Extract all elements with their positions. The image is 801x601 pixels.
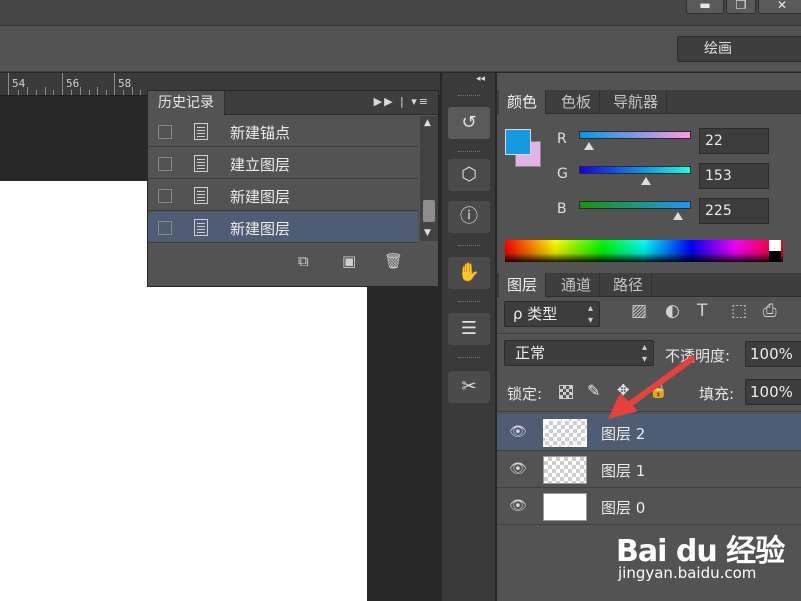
tab-navigator[interactable]: 导航器 xyxy=(605,90,668,114)
history-state-label: 新建图层 xyxy=(230,188,291,206)
slider-handle[interactable] xyxy=(583,142,594,150)
tab-color[interactable]: 颜色 xyxy=(499,90,547,114)
layer-thumbnail xyxy=(543,419,587,447)
black-white-swatch[interactable] xyxy=(769,240,781,262)
lock-label: 锁定: xyxy=(507,385,543,403)
tab-swatches[interactable]: 色板 xyxy=(553,90,601,114)
minimize-button[interactable]: ▬ xyxy=(686,0,724,14)
close-button[interactable]: ✕ xyxy=(758,0,801,14)
history-state-icon xyxy=(194,155,208,172)
blue-channel-label: B xyxy=(557,201,567,217)
tab-channels[interactable]: 通道 xyxy=(553,273,601,297)
history-state-icon xyxy=(194,187,208,204)
color-spectrum-bar[interactable] xyxy=(505,240,783,262)
visibility-eye-icon[interactable]: 👁 xyxy=(509,461,527,477)
tab-layers[interactable]: 图层 xyxy=(499,273,547,297)
history-panel: 历史记录 ▶▶ | ▾≡ 新建锚点 建立图层 新建图层 新建图层 ▲ ▼ ⧉ ▣… xyxy=(147,90,439,287)
filter-type-label: ρ 类型 xyxy=(513,305,558,323)
green-slider[interactable] xyxy=(579,166,691,174)
fill-label: 填充: xyxy=(699,385,735,403)
history-footer: ⧉ ▣ 🗑 xyxy=(148,248,438,276)
green-channel-label: G xyxy=(557,166,568,182)
smart-object-filter-icon[interactable]: ⎙ xyxy=(763,301,777,321)
layer-filter-select[interactable]: ρ 类型 ▴ ▾ xyxy=(504,301,600,327)
scrollbar-thumb[interactable] xyxy=(423,200,435,222)
tab-paths[interactable]: 路径 xyxy=(605,273,653,297)
history-state-label: 建立图层 xyxy=(230,156,291,174)
history-state[interactable]: 建立图层 xyxy=(148,148,418,179)
panel-menu-icon[interactable]: ▶▶ | ▾≡ xyxy=(374,95,430,108)
image-filter-icon[interactable]: ▨ xyxy=(631,301,647,321)
panel-icon-strip: ◂◂ ↺ ⬡ ⓘ ✋ ☰ ✂ xyxy=(441,73,496,601)
snapshot-checkbox[interactable] xyxy=(158,157,172,171)
red-value-input[interactable]: 22 xyxy=(699,128,769,154)
layer-name[interactable]: 图层 1 xyxy=(601,460,645,481)
info-icon[interactable]: ⓘ xyxy=(448,201,490,233)
layer-thumbnail xyxy=(543,456,587,484)
layer-row[interactable]: 👁 图层 1 xyxy=(497,451,801,488)
slider-handle[interactable] xyxy=(641,177,652,185)
history-state-icon xyxy=(194,123,208,140)
3d-cube-icon[interactable]: ⬡ xyxy=(448,159,490,191)
type-filter-icon[interactable]: T xyxy=(697,301,707,321)
camera-snapshot-icon[interactable]: ▣ xyxy=(342,252,356,270)
baidu-jingyan-watermark: Bai du 经验 jingyan.baidu.com xyxy=(612,512,801,592)
shape-filter-icon[interactable]: ⬚ xyxy=(731,301,747,321)
red-channel-label: R xyxy=(557,131,567,147)
new-document-from-state-icon[interactable]: ⧉ xyxy=(298,252,309,270)
history-scrollbar[interactable]: ▲ ▼ xyxy=(420,116,438,241)
red-slider[interactable] xyxy=(579,131,691,139)
green-value-input[interactable]: 153 xyxy=(699,163,769,189)
brush-presets-icon[interactable]: ✋ xyxy=(448,257,490,289)
workspace-select[interactable]: 绘画 xyxy=(677,36,801,62)
ruler-label: 58 xyxy=(118,77,132,90)
blue-slider[interactable] xyxy=(579,201,691,209)
history-state-icon xyxy=(194,219,208,236)
blend-mode-label: 正常 xyxy=(515,344,546,362)
foreground-color-swatch[interactable] xyxy=(505,129,531,155)
history-panel-icon[interactable]: ↺ xyxy=(448,107,490,139)
visibility-eye-icon[interactable]: 👁 xyxy=(509,498,527,514)
adjustment-filter-icon[interactable]: ◐ xyxy=(665,301,680,321)
options-bar: 绘画 xyxy=(0,26,801,72)
layers-panel-tabbar: 图层 通道 路径 xyxy=(497,273,801,297)
layer-thumbnail xyxy=(543,493,587,521)
title-bar: ▬ ❐ ✕ xyxy=(0,0,801,26)
snapshot-checkbox[interactable] xyxy=(158,125,172,139)
dropdown-arrow-icon: ▴ ▾ xyxy=(587,303,593,326)
fill-input[interactable]: 100% xyxy=(745,379,801,405)
snapshot-checkbox[interactable] xyxy=(158,189,172,203)
tab-history[interactable]: 历史记录 xyxy=(148,91,225,115)
slider-handle[interactable] xyxy=(672,212,683,220)
history-state-selected[interactable]: 新建图层 xyxy=(148,212,418,243)
tool-presets-icon[interactable]: ✂ xyxy=(448,371,490,403)
ruler-label: 54 xyxy=(12,77,26,90)
history-panel-tabbar: 历史记录 ▶▶ | ▾≡ xyxy=(148,91,438,115)
history-state-label: 新建锚点 xyxy=(230,124,291,142)
restore-button[interactable]: ❐ xyxy=(726,0,756,14)
watermark-url: jingyan.baidu.com xyxy=(618,564,757,582)
visibility-eye-icon[interactable]: 👁 xyxy=(509,424,527,440)
collapse-panels-icon[interactable]: ◂◂ xyxy=(476,74,485,84)
lock-transparent-pixels-icon[interactable] xyxy=(559,385,573,399)
lock-image-pixels-icon[interactable]: ✎ xyxy=(587,381,600,400)
trash-icon[interactable]: 🗑 xyxy=(384,252,403,270)
paragraph-icon[interactable]: ☰ xyxy=(448,313,490,345)
history-state-label: 新建图层 xyxy=(230,220,291,238)
history-state[interactable]: 新建图层 xyxy=(148,180,418,211)
opacity-input[interactable]: 100% xyxy=(745,341,801,367)
annotation-arrow xyxy=(608,356,695,419)
history-state[interactable]: 新建锚点 xyxy=(148,116,418,147)
layer-name[interactable]: 图层 2 xyxy=(601,423,645,444)
ruler-label: 56 xyxy=(66,77,80,90)
blue-value-input[interactable]: 225 xyxy=(699,198,769,224)
snapshot-checkbox[interactable] xyxy=(158,221,172,235)
color-panel-tabbar: 颜色 色板 导航器 xyxy=(497,90,801,114)
